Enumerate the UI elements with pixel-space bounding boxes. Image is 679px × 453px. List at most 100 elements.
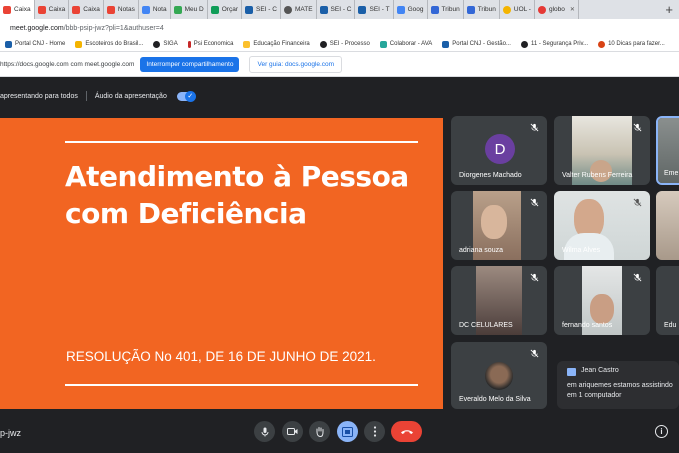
browser-tab[interactable]: SEI - T bbox=[355, 0, 394, 19]
audio-toggle[interactable]: ✓ bbox=[176, 90, 196, 102]
browser-tab[interactable]: SEI - C bbox=[242, 0, 281, 19]
browser-tab[interactable]: Caixa bbox=[0, 0, 35, 19]
mic-off-icon bbox=[633, 123, 642, 132]
browser-tab[interactable]: Caixa bbox=[69, 0, 104, 19]
end-call-button[interactable] bbox=[391, 421, 422, 442]
tab-label: SEI - T bbox=[369, 6, 390, 13]
participant-name: Edu bbox=[664, 322, 677, 329]
mic-button[interactable] bbox=[254, 421, 275, 442]
chat-notification[interactable]: Jean Castro em ariquemes estamos assisti… bbox=[557, 361, 679, 409]
bookmark-label: Portal CNJ - Gestão... bbox=[452, 41, 511, 47]
bookmark-label: 11 - Segurança Priv... bbox=[530, 41, 589, 47]
participant-name: Diorgenes Machado bbox=[459, 172, 522, 179]
gmail-icon bbox=[37, 5, 46, 14]
browser-tab[interactable]: Notas bbox=[104, 0, 139, 19]
bookmark-icon bbox=[187, 40, 191, 48]
participant-tile[interactable]: Wilma Alves bbox=[554, 191, 650, 260]
tab-label: Tribun bbox=[441, 6, 460, 13]
participant-tile[interactable] bbox=[656, 191, 679, 260]
browser-tab[interactable]: globo ✕ bbox=[535, 0, 579, 19]
participant-name: Wilma Alves bbox=[562, 247, 601, 254]
participant-tile[interactable]: fernando santos bbox=[554, 266, 650, 335]
sharing-bar: https://docs.google.com com meet.google.… bbox=[0, 52, 679, 77]
close-tab-icon[interactable]: ✕ bbox=[570, 6, 575, 13]
tab-label: SEI - C bbox=[330, 6, 352, 13]
tab-label: Meu D bbox=[184, 6, 204, 13]
divider bbox=[65, 384, 418, 386]
url-path: /bbb-psip-jwz?pli=1&authuser=4 bbox=[63, 24, 164, 32]
bookmark-label: SIGA bbox=[163, 41, 178, 47]
bookmark-label: Psi Economica bbox=[193, 41, 234, 47]
check-icon: ✓ bbox=[184, 90, 196, 102]
participant-name: adriana souza bbox=[459, 247, 503, 254]
bookmark-item[interactable]: SEI - Processo bbox=[315, 40, 375, 48]
end-call-icon bbox=[400, 430, 413, 434]
audio-label: Áudio da apresentação bbox=[94, 92, 167, 100]
browser-tab[interactable]: Orçar bbox=[208, 0, 242, 19]
bookmark-item[interactable]: 10 Dicas para fazer... bbox=[593, 40, 670, 48]
participant-tile[interactable]: DC CELULARES bbox=[451, 266, 547, 335]
bookmark-item[interactable]: Portal CNJ - Gestão... bbox=[437, 40, 516, 48]
camera-icon bbox=[287, 428, 298, 435]
bookmark-item[interactable]: Psi Economica bbox=[183, 40, 239, 48]
new-tab-button[interactable]: + bbox=[659, 2, 679, 17]
tab-label: Orçar bbox=[221, 6, 238, 13]
participant-tile[interactable]: Eme bbox=[656, 116, 679, 185]
gmail-icon bbox=[106, 5, 115, 14]
bookmark-item[interactable]: Educação Financeira bbox=[238, 40, 314, 48]
divider bbox=[65, 141, 418, 143]
globe-icon bbox=[283, 5, 292, 14]
mic-off-icon bbox=[530, 198, 539, 207]
camera-button[interactable] bbox=[282, 421, 303, 442]
view-tab-button[interactable]: Ver guia: docs.google.com bbox=[249, 55, 343, 73]
browser-tab[interactable]: Tribun bbox=[428, 0, 464, 19]
google-docs-icon bbox=[396, 5, 405, 14]
address-bar[interactable]: meet.google.com/bbb-psip-jwz?pli=1&authu… bbox=[0, 19, 679, 37]
globo-icon bbox=[537, 5, 546, 14]
slide-title: Atendimento à Pessoa com Deficiência bbox=[65, 158, 435, 232]
participant-tile[interactable]: Edu bbox=[656, 266, 679, 335]
bookmark-item[interactable]: Portal CNJ - Home bbox=[0, 40, 70, 48]
more-options-button[interactable] bbox=[364, 421, 385, 442]
browser-tab[interactable]: Tribun bbox=[464, 0, 500, 19]
participant-name: Eme bbox=[664, 170, 679, 177]
browser-tab[interactable]: Goog bbox=[394, 0, 428, 19]
more-icon bbox=[373, 426, 376, 437]
participant-video bbox=[485, 362, 513, 390]
tab-label: Caixa bbox=[48, 6, 66, 13]
bookmark-item[interactable]: 11 - Segurança Priv... bbox=[516, 40, 593, 48]
participant-tile[interactable]: Everaldo Melo da Silva bbox=[451, 342, 547, 409]
browser-tab[interactable]: Nota bbox=[139, 0, 171, 19]
folder-icon bbox=[75, 40, 83, 48]
browser-tab[interactable]: UOL - bbox=[500, 0, 535, 19]
participant-tile[interactable]: adriana souza bbox=[451, 191, 547, 260]
participant-name: fernando santos bbox=[562, 322, 613, 329]
participant-tile[interactable]: D Diorgenes Machado bbox=[451, 116, 547, 185]
bookmark-item[interactable]: SIGA bbox=[148, 40, 182, 48]
bookmark-label: Educação Financeira bbox=[253, 41, 310, 47]
bookmark-item[interactable]: Colaborar - AVA bbox=[375, 40, 437, 48]
browser-tab[interactable]: Meu D bbox=[171, 0, 208, 19]
stop-sharing-button[interactable]: Interromper compartilhamento bbox=[140, 56, 240, 72]
uol-icon bbox=[502, 5, 511, 14]
mic-icon bbox=[261, 427, 268, 436]
raise-hand-button[interactable] bbox=[309, 421, 330, 442]
present-button[interactable] bbox=[337, 421, 358, 442]
tribunal-icon bbox=[466, 5, 475, 14]
globe-icon bbox=[520, 40, 528, 48]
sei-icon bbox=[319, 5, 328, 14]
participant-tile[interactable]: Valter Rubens Ferreira bbox=[554, 116, 650, 185]
browser-tab[interactable]: Caixa bbox=[35, 0, 70, 19]
bookmark-item[interactable]: Escoteiros do Brasil... bbox=[70, 40, 148, 48]
browser-tab[interactable]: SEI - C bbox=[317, 0, 356, 19]
colaborar-icon bbox=[379, 40, 387, 48]
bookmark-label: Colaborar - AVA bbox=[389, 41, 433, 47]
meeting-info-button[interactable]: i bbox=[655, 425, 668, 438]
tab-label: Caixa bbox=[83, 6, 100, 13]
gmail-icon bbox=[3, 5, 11, 14]
sharing-text: https://docs.google.com com meet.google.… bbox=[0, 60, 135, 68]
browser-tab[interactable]: MATE bbox=[281, 0, 317, 19]
notes-icon bbox=[141, 5, 150, 14]
tab-label: MATE bbox=[294, 6, 313, 13]
tab-label: globo bbox=[548, 6, 565, 13]
